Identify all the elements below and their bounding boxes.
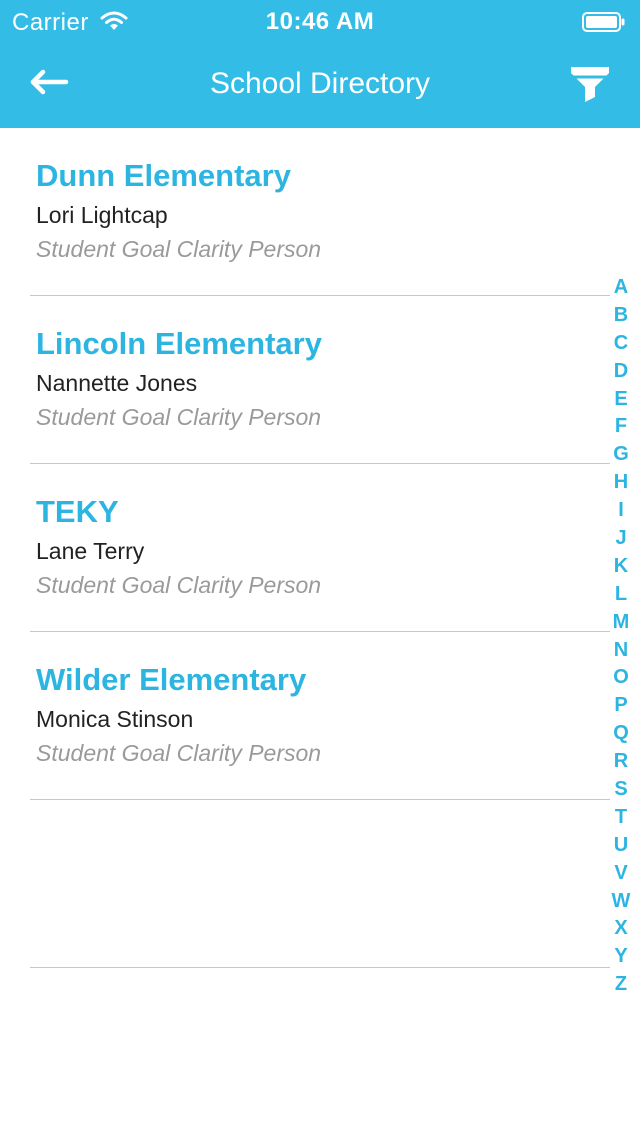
school-name: Lincoln Elementary xyxy=(36,326,322,361)
school-name: TEKY xyxy=(36,494,119,529)
index-letter-x[interactable]: X xyxy=(614,915,627,943)
index-letter-c[interactable]: C xyxy=(614,330,628,358)
index-letter-t[interactable]: T xyxy=(615,804,627,832)
index-letter-q[interactable]: Q xyxy=(613,720,629,748)
contact-role: Student Goal Clarity Person xyxy=(36,404,322,430)
top-bar: Carrier 10:46 AM School Directory xyxy=(0,0,640,128)
index-letter-k[interactable]: K xyxy=(614,553,628,581)
index-letter-u[interactable]: U xyxy=(614,832,628,860)
status-bar: Carrier 10:46 AM xyxy=(0,0,640,44)
index-letter-y[interactable]: Y xyxy=(614,943,627,971)
index-letter-p[interactable]: P xyxy=(614,692,627,720)
index-letter-e[interactable]: E xyxy=(614,386,627,414)
index-letter-j[interactable]: J xyxy=(615,525,626,553)
contact-role: Student Goal Clarity Person xyxy=(36,740,322,766)
filter-icon[interactable] xyxy=(568,64,612,104)
school-name: Dunn Elementary xyxy=(36,158,291,193)
contact-name: Lori Lightcap xyxy=(36,202,168,228)
school-name: Wilder Elementary xyxy=(36,662,307,697)
index-letter-r[interactable]: R xyxy=(614,748,628,776)
clock-time: 10:46 AM xyxy=(265,8,375,35)
index-letter-i[interactable]: I xyxy=(618,497,624,525)
index-letter-d[interactable]: D xyxy=(614,358,628,386)
list-item[interactable]: TEKY Lane Terry Student Goal Clarity Per… xyxy=(0,464,610,632)
contact-role: Student Goal Clarity Person xyxy=(36,236,322,262)
index-letter-m[interactable]: M xyxy=(613,609,630,637)
index-letter-b[interactable]: B xyxy=(614,302,628,330)
row-divider xyxy=(30,967,610,968)
index-letter-l[interactable]: L xyxy=(615,581,627,609)
index-letter-g[interactable]: G xyxy=(613,441,629,469)
empty-list-item xyxy=(0,800,610,968)
index-letter-v[interactable]: V xyxy=(614,860,627,888)
list-item[interactable]: Dunn Elementary Lori Lightcap Student Go… xyxy=(0,128,610,296)
contact-role: Student Goal Clarity Person xyxy=(36,572,322,598)
page-title: School Directory xyxy=(209,67,431,100)
index-letter-s[interactable]: S xyxy=(614,776,627,804)
index-letter-h[interactable]: H xyxy=(614,469,628,497)
list-item[interactable]: Wilder Elementary Monica Stinson Student… xyxy=(0,632,610,800)
contact-name: Nannette Jones xyxy=(36,370,198,396)
battery-icon xyxy=(582,12,625,32)
index-letter-o[interactable]: O xyxy=(613,664,629,692)
list-item[interactable]: Lincoln Elementary Nannette Jones Studen… xyxy=(0,296,610,464)
index-letter-n[interactable]: N xyxy=(614,637,628,665)
school-list: Dunn Elementary Lori Lightcap Student Go… xyxy=(0,128,610,968)
index-letter-z[interactable]: Z xyxy=(615,971,627,999)
index-letter-a[interactable]: A xyxy=(614,274,628,302)
navigation-bar: School Directory xyxy=(0,44,640,128)
index-letter-w[interactable]: W xyxy=(612,888,631,916)
contact-name: Lane Terry xyxy=(36,538,145,564)
alphabet-index: ABCDEFGHIJKLMNOPQRSTUVWXYZ xyxy=(608,274,634,999)
contact-name: Monica Stinson xyxy=(36,706,194,732)
index-letter-f[interactable]: F xyxy=(615,413,627,441)
